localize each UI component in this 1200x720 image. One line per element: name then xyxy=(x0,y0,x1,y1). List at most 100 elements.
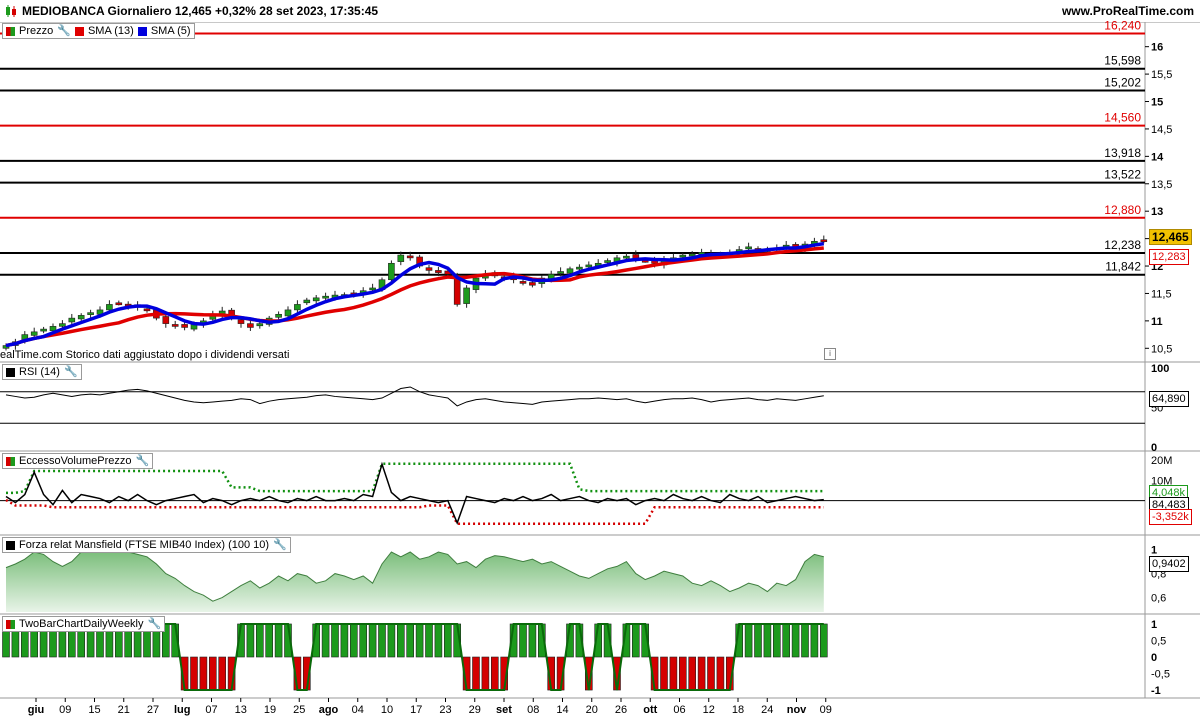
mansfield-area xyxy=(6,544,824,612)
wrench-icon[interactable]: 🔧 xyxy=(57,24,71,38)
candle-body xyxy=(745,246,752,250)
twobar-bar xyxy=(443,623,452,658)
x-tick-label: 08 xyxy=(527,704,539,716)
candle-body xyxy=(604,260,611,263)
volume-legend[interactable]: EccessoVolumePrezzo 🔧 xyxy=(2,453,154,469)
legend-rsi: RSI (14) xyxy=(19,366,60,378)
sma13-price-tag: 12,283 xyxy=(1149,249,1189,265)
twobar-bar xyxy=(396,623,405,658)
twobar-tick-label: 1 xyxy=(1151,619,1157,631)
candle-body xyxy=(303,299,311,304)
candle-body xyxy=(566,268,574,274)
wrench-icon[interactable]: 🔧 xyxy=(136,454,150,468)
twobar-bar xyxy=(321,623,330,658)
candle-body xyxy=(59,323,66,327)
x-tick-label: ago xyxy=(319,704,339,716)
x-tick-label: 04 xyxy=(352,704,364,716)
candle-body xyxy=(397,254,405,262)
twobar-bar xyxy=(697,656,706,691)
twobar-bar xyxy=(199,656,208,691)
wrench-icon[interactable]: 🔧 xyxy=(273,538,287,552)
wrench-icon[interactable]: 🔧 xyxy=(64,365,78,379)
candle-body xyxy=(143,308,151,312)
y-tick-label: 13 xyxy=(1151,206,1163,218)
level-label: 13,522 xyxy=(1104,168,1141,182)
x-tick-label: 14 xyxy=(556,704,568,716)
info-icon[interactable]: i xyxy=(824,348,836,360)
candle-body xyxy=(294,304,301,311)
level-label: 12,238 xyxy=(1104,238,1141,252)
x-tick-label: 10 xyxy=(381,704,393,716)
twobar-bar xyxy=(631,623,640,658)
candle-body xyxy=(369,287,376,291)
twobar-bar xyxy=(707,656,715,691)
candle-body xyxy=(435,270,442,273)
x-tick-label: 09 xyxy=(59,704,71,716)
rsi-legend[interactable]: RSI (14) 🔧 xyxy=(2,364,82,380)
twobar-bar xyxy=(744,623,753,658)
y-tick-label: 11,5 xyxy=(1151,288,1172,300)
y-tick-label: 10,5 xyxy=(1151,343,1172,355)
twobar-bar xyxy=(801,623,809,658)
x-tick-label: nov xyxy=(787,704,807,716)
candle-body xyxy=(237,319,245,324)
y-tick-label: 15,5 xyxy=(1151,69,1172,81)
volume-tick-label: 20M xyxy=(1151,455,1172,467)
twobar-bar xyxy=(669,656,678,691)
twobar-bar xyxy=(678,656,687,691)
twobar-bar xyxy=(190,656,198,691)
twobar-bar xyxy=(490,656,499,691)
candle-body xyxy=(463,287,470,304)
data-credit: ealTime.com Storico dati aggiustato dopo… xyxy=(0,349,290,361)
price-swatch-icon xyxy=(6,26,15,36)
twobar-bar xyxy=(387,623,396,658)
y-tick-label: 16 xyxy=(1151,42,1163,54)
x-tick-label: 07 xyxy=(205,704,217,716)
rsi-value-tag: 64,890 xyxy=(1149,391,1189,407)
x-tick-label: 12 xyxy=(703,704,715,716)
twobar-bar xyxy=(274,623,283,658)
candle-body xyxy=(406,255,414,259)
x-tick-label: 06 xyxy=(673,704,685,716)
x-tick-label: 19 xyxy=(264,704,276,716)
y-tick-label: 14 xyxy=(1151,151,1164,163)
twobar-bar xyxy=(246,623,255,658)
x-tick-label: 09 xyxy=(820,704,832,716)
candle-body xyxy=(529,282,536,286)
candle-body xyxy=(312,297,320,302)
level-label: 15,202 xyxy=(1104,75,1141,89)
legend-twobar: TwoBarChartDailyWeekly xyxy=(19,618,144,630)
wrench-icon[interactable]: 🔧 xyxy=(148,617,162,631)
mansfield-legend[interactable]: Forza relat Mansfield (FTSE MIB40 Index)… xyxy=(2,537,291,553)
level-label: 12,880 xyxy=(1104,203,1141,217)
rsi-tick-label: 100 xyxy=(1151,363,1169,375)
twobar-bar xyxy=(472,656,480,691)
twobar-bar xyxy=(754,623,762,658)
price-legend[interactable]: Prezzo 🔧 SMA (13) SMA (5) xyxy=(2,23,195,39)
twobar-bar xyxy=(688,656,697,691)
mansfield-swatch-icon xyxy=(6,540,15,550)
level-label: 15,598 xyxy=(1104,54,1141,68)
x-tick-label: 23 xyxy=(439,704,451,716)
x-tick-label: 25 xyxy=(293,704,305,716)
candle-body xyxy=(585,264,593,268)
x-tick-label: 15 xyxy=(88,704,100,716)
twobar-bar xyxy=(716,656,725,691)
twobar-bar xyxy=(819,623,828,658)
twobar-bar xyxy=(406,623,415,658)
x-tick-label: 18 xyxy=(732,704,744,716)
x-tick-label: set xyxy=(496,704,512,716)
twobar-bar xyxy=(481,656,490,691)
x-tick-label: 21 xyxy=(118,704,130,716)
twobar-bar xyxy=(209,656,217,691)
candle-body xyxy=(40,328,47,332)
twobar-legend[interactable]: TwoBarChartDailyWeekly 🔧 xyxy=(2,616,166,632)
twobar-bar xyxy=(528,623,537,658)
twobar-bar xyxy=(359,623,368,658)
legend-sma13: SMA (13) xyxy=(87,25,134,37)
x-tick-label: ott xyxy=(643,704,657,716)
sma13-swatch-icon xyxy=(74,26,84,36)
candle-body xyxy=(106,304,113,311)
candle-body xyxy=(388,262,395,281)
x-tick-label: 20 xyxy=(586,704,598,716)
